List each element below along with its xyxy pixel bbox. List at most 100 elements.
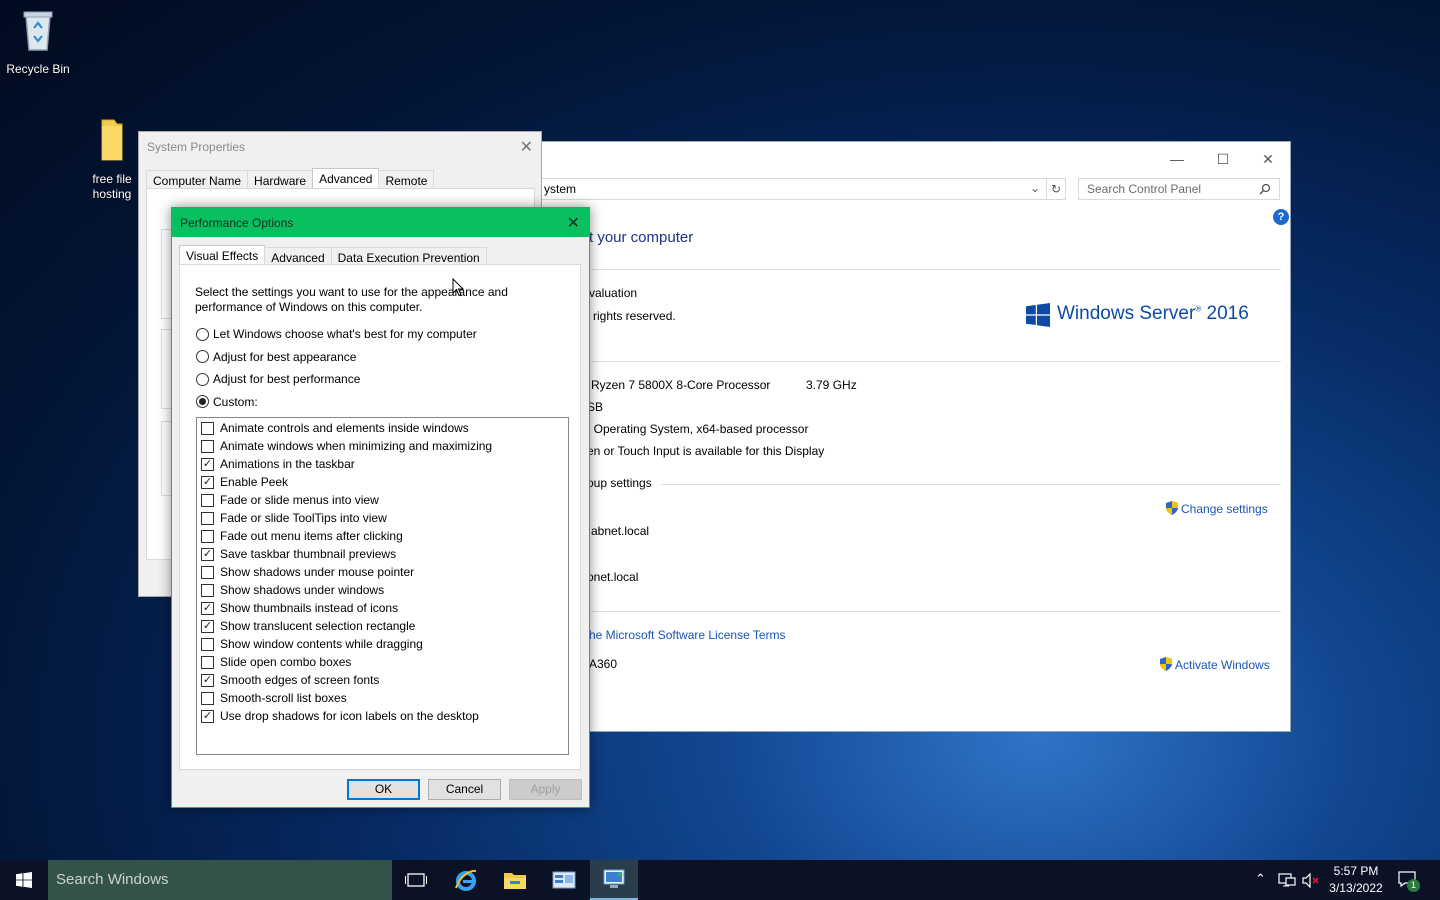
close-button[interactable]: ✕: [1245, 146, 1291, 172]
checkbox[interactable]: [201, 493, 214, 507]
list-item[interactable]: ✓ Use drop shadows for icon labels on the…: [201, 709, 479, 723]
checkbox[interactable]: [201, 583, 214, 597]
radio-button[interactable]: [196, 372, 209, 386]
refresh-button[interactable]: ↻: [1046, 178, 1066, 200]
checkbox-label: Animate windows when minimizing and maxi…: [220, 439, 493, 453]
change-settings-label: Change settings: [1181, 502, 1268, 516]
checkbox-label: Smooth edges of screen fonts: [220, 673, 380, 687]
file-explorer-button[interactable]: [491, 860, 539, 900]
description-text: Select the settings you want to use for …: [195, 285, 508, 314]
server-manager-icon: [552, 871, 576, 889]
divider: [591, 611, 1281, 612]
list-item[interactable]: Fade or slide ToolTips into view: [201, 511, 387, 525]
radio-label: Custom:: [213, 394, 258, 409]
file-explorer-icon: [504, 873, 526, 889]
server-manager-button[interactable]: [540, 860, 588, 900]
list-item[interactable]: Animate windows when minimizing and maxi…: [201, 439, 492, 453]
license-terms-link[interactable]: he Microsoft Software License Terms: [589, 628, 786, 642]
checkbox[interactable]: [201, 565, 214, 579]
system-properties-taskbar-button[interactable]: [590, 860, 638, 900]
checkbox[interactable]: ✓: [201, 547, 214, 561]
show-hidden-icons-button[interactable]: ⌃: [1255, 871, 1266, 887]
checkbox[interactable]: [201, 637, 214, 651]
title-bar[interactable]: Performance Options ✕: [172, 208, 589, 237]
list-item[interactable]: ✓ Animations in the taskbar: [201, 457, 355, 471]
checkbox-label: Show translucent selection rectangle: [220, 619, 416, 633]
checkbox[interactable]: [201, 529, 214, 543]
list-item[interactable]: ✓ Show translucent selection rectangle: [201, 619, 415, 633]
os-brand-logo: Windows Server® 2016: [1057, 303, 1249, 324]
list-item[interactable]: Slide open combo boxes: [201, 655, 351, 669]
radio-button[interactable]: [196, 395, 209, 408]
list-item[interactable]: Fade out menu items after clicking: [201, 529, 403, 543]
checkbox[interactable]: ✓: [201, 457, 214, 471]
divider: [591, 269, 1281, 270]
search-control-panel-input[interactable]: Search Control Panel: [1078, 178, 1280, 200]
task-view-button[interactable]: [392, 860, 440, 900]
list-item[interactable]: Show shadows under windows: [201, 583, 384, 597]
address-bar[interactable]: ystem: [541, 178, 1066, 200]
checkbox-label: Enable Peek: [220, 475, 289, 489]
checkbox[interactable]: ✓: [201, 673, 214, 687]
checkbox[interactable]: [201, 421, 214, 435]
ok-button[interactable]: OK: [347, 779, 420, 800]
visual-effects-list[interactable]: Animate controls and elements inside win…: [196, 417, 569, 755]
checkbox[interactable]: [201, 439, 214, 453]
internet-explorer-button[interactable]: [442, 860, 490, 900]
checkbox[interactable]: ✓: [201, 601, 214, 615]
pen-touch-text: en or Touch Input is available for this …: [587, 444, 825, 458]
clock-date: 3/13/2022: [1329, 881, 1383, 895]
checkbox[interactable]: ✓: [201, 709, 214, 723]
radio-button[interactable]: [196, 350, 209, 363]
list-item[interactable]: ✓ Smooth edges of screen fonts: [201, 673, 379, 687]
checkbox-label: Show shadows under windows: [220, 583, 385, 597]
dialog-title: Performance Options: [180, 216, 294, 230]
activate-windows-link[interactable]: Activate Windows: [1160, 657, 1270, 672]
checkbox[interactable]: ✓: [201, 475, 214, 489]
start-button[interactable]: [0, 860, 48, 900]
checkbox-label: Save taskbar thumbnail previews: [220, 547, 397, 561]
checkbox-label: Show window contents while dragging: [220, 637, 423, 651]
checkbox-label: Animate controls and elements inside win…: [220, 421, 469, 435]
list-item[interactable]: Smooth-scroll list boxes: [201, 691, 347, 705]
address-dropdown-icon[interactable]: ⌄: [1025, 178, 1045, 200]
checkbox[interactable]: ✓: [201, 619, 214, 633]
list-item[interactable]: Fade or slide menus into view: [201, 493, 379, 507]
cancel-button[interactable]: Cancel: [428, 779, 501, 800]
minimize-button[interactable]: —: [1154, 146, 1200, 172]
folder-icon: [101, 119, 123, 161]
list-item[interactable]: Show window contents while dragging: [201, 637, 423, 651]
radio-option[interactable]: Adjust for best appearance: [196, 350, 356, 364]
radio-option[interactable]: Adjust for best performance: [196, 372, 360, 386]
notification-count-badge: 1: [1407, 879, 1420, 892]
close-icon[interactable]: ✕: [567, 213, 580, 233]
apply-button[interactable]: Apply: [509, 779, 582, 800]
maximize-button[interactable]: ☐: [1200, 146, 1246, 172]
recycle-bin-desktop-icon[interactable]: Recycle Bin: [0, 6, 76, 77]
checkbox-label: Fade or slide menus into view: [220, 493, 379, 507]
checkbox[interactable]: [201, 511, 214, 525]
radio-option[interactable]: Custom:: [196, 395, 258, 409]
list-item[interactable]: ✓ Show thumbnails instead of icons: [201, 601, 398, 615]
checkbox[interactable]: [201, 655, 214, 669]
list-item[interactable]: Animate controls and elements inside win…: [201, 421, 469, 435]
change-settings-link[interactable]: Change settings: [1166, 501, 1268, 516]
list-item[interactable]: ✓ Save taskbar thumbnail previews: [201, 547, 396, 561]
network-icon[interactable]: [1278, 873, 1296, 888]
radio-button[interactable]: [196, 327, 209, 341]
checkbox[interactable]: [201, 691, 214, 705]
close-icon[interactable]: ✕: [520, 137, 533, 157]
list-item[interactable]: ✓ Enable Peek: [201, 475, 288, 489]
os-version-text: 2016: [1206, 303, 1249, 324]
action-center-button[interactable]: 1: [1398, 870, 1420, 892]
system-clock[interactable]: 5:57 PM 3/13/2022: [1324, 863, 1388, 897]
windows-start-icon: [16, 872, 32, 888]
list-item[interactable]: Show shadows under mouse pointer: [201, 565, 414, 579]
mouse-cursor-icon: [452, 278, 464, 297]
volume-muted-icon[interactable]: [1302, 873, 1320, 888]
checkbox-label: Fade or slide ToolTips into view: [220, 511, 387, 525]
help-button[interactable]: ?: [1273, 209, 1289, 225]
processor-speed-text: 3.79 GHz: [806, 378, 857, 392]
radio-option[interactable]: Let Windows choose what's best for my co…: [196, 327, 477, 341]
taskbar-search-input[interactable]: Search Windows: [48, 860, 392, 900]
